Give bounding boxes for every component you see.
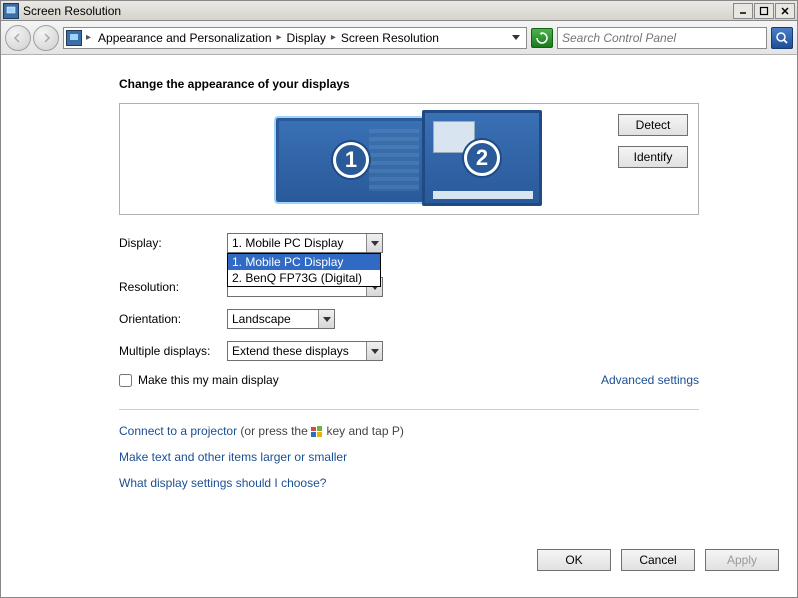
- search-input[interactable]: [562, 31, 762, 45]
- advanced-settings-link[interactable]: Advanced settings: [601, 373, 699, 387]
- control-panel-icon: [3, 3, 19, 19]
- maximize-button[interactable]: [754, 3, 774, 19]
- display-arrangement-panel[interactable]: 1 2 Detect Identify: [119, 103, 699, 215]
- address-dropdown[interactable]: [508, 35, 524, 40]
- display-label: Display:: [119, 236, 227, 250]
- dialog-button-bar: OK Cancel Apply: [537, 549, 779, 571]
- screen-resolution-window: Screen Resolution ▸ Appearance and Perso…: [0, 0, 798, 598]
- main-display-checkbox[interactable]: [119, 374, 132, 387]
- display-combo[interactable]: 1. Mobile PC Display: [227, 233, 383, 253]
- combo-value: Landscape: [228, 312, 318, 326]
- page-heading: Change the appearance of your displays: [119, 77, 699, 91]
- chevron-right-icon: ▸: [277, 32, 282, 43]
- multiple-displays-label: Multiple displays:: [119, 344, 227, 358]
- projector-link[interactable]: Connect to a projector: [119, 424, 237, 438]
- minimize-button[interactable]: [733, 3, 753, 19]
- chevron-down-icon: [366, 234, 382, 252]
- search-box[interactable]: [557, 27, 767, 49]
- control-panel-icon: [66, 30, 82, 46]
- windows-key-icon: [311, 426, 323, 438]
- window-title: Screen Resolution: [23, 4, 121, 18]
- monitor-1[interactable]: 1: [276, 118, 426, 202]
- orientation-combo[interactable]: Landscape: [227, 309, 335, 329]
- projector-hint-b: key and tap P): [323, 424, 404, 438]
- ok-button[interactable]: OK: [537, 549, 611, 571]
- chevron-right-icon: ▸: [86, 32, 91, 43]
- apply-button[interactable]: Apply: [705, 549, 779, 571]
- breadcrumb-item[interactable]: Display: [284, 31, 329, 45]
- titlebar: Screen Resolution: [1, 1, 797, 21]
- breadcrumb-item[interactable]: Appearance and Personalization: [95, 31, 274, 45]
- navbar: ▸ Appearance and Personalization ▸ Displ…: [1, 21, 797, 55]
- cancel-button[interactable]: Cancel: [621, 549, 695, 571]
- refresh-button[interactable]: [531, 28, 553, 48]
- orientation-label: Orientation:: [119, 312, 227, 326]
- breadcrumb: Appearance and Personalization ▸ Display…: [95, 31, 504, 45]
- text-size-link[interactable]: Make text and other items larger or smal…: [119, 450, 347, 464]
- address-bar[interactable]: ▸ Appearance and Personalization ▸ Displ…: [63, 27, 527, 49]
- search-button[interactable]: [771, 27, 793, 49]
- help-link[interactable]: What display settings should I choose?: [119, 476, 326, 490]
- chevron-down-icon: [366, 342, 382, 360]
- dropdown-option[interactable]: 1. Mobile PC Display: [228, 254, 380, 270]
- close-button[interactable]: [775, 3, 795, 19]
- content-area: Change the appearance of your displays 1…: [1, 55, 797, 490]
- main-display-label: Make this my main display: [138, 373, 279, 387]
- back-button[interactable]: [5, 25, 31, 51]
- monitor-2[interactable]: 2: [422, 110, 542, 206]
- multiple-displays-combo[interactable]: Extend these displays: [227, 341, 383, 361]
- forward-button[interactable]: [33, 25, 59, 51]
- chevron-right-icon: ▸: [331, 32, 336, 43]
- breadcrumb-item[interactable]: Screen Resolution: [338, 31, 442, 45]
- display-dropdown-list[interactable]: 1. Mobile PC Display 2. BenQ FP73G (Digi…: [227, 253, 381, 287]
- identify-button[interactable]: Identify: [618, 146, 688, 168]
- monitor-badge: 1: [333, 142, 369, 178]
- monitor-badge: 2: [464, 140, 500, 176]
- combo-value: 1. Mobile PC Display: [228, 236, 366, 250]
- combo-value: Extend these displays: [228, 344, 366, 358]
- detect-button[interactable]: Detect: [618, 114, 688, 136]
- projector-hint-a: (or press the: [237, 424, 311, 438]
- chevron-down-icon: [318, 310, 334, 328]
- dropdown-option[interactable]: 2. BenQ FP73G (Digital): [228, 270, 380, 286]
- resolution-label: Resolution:: [119, 280, 227, 294]
